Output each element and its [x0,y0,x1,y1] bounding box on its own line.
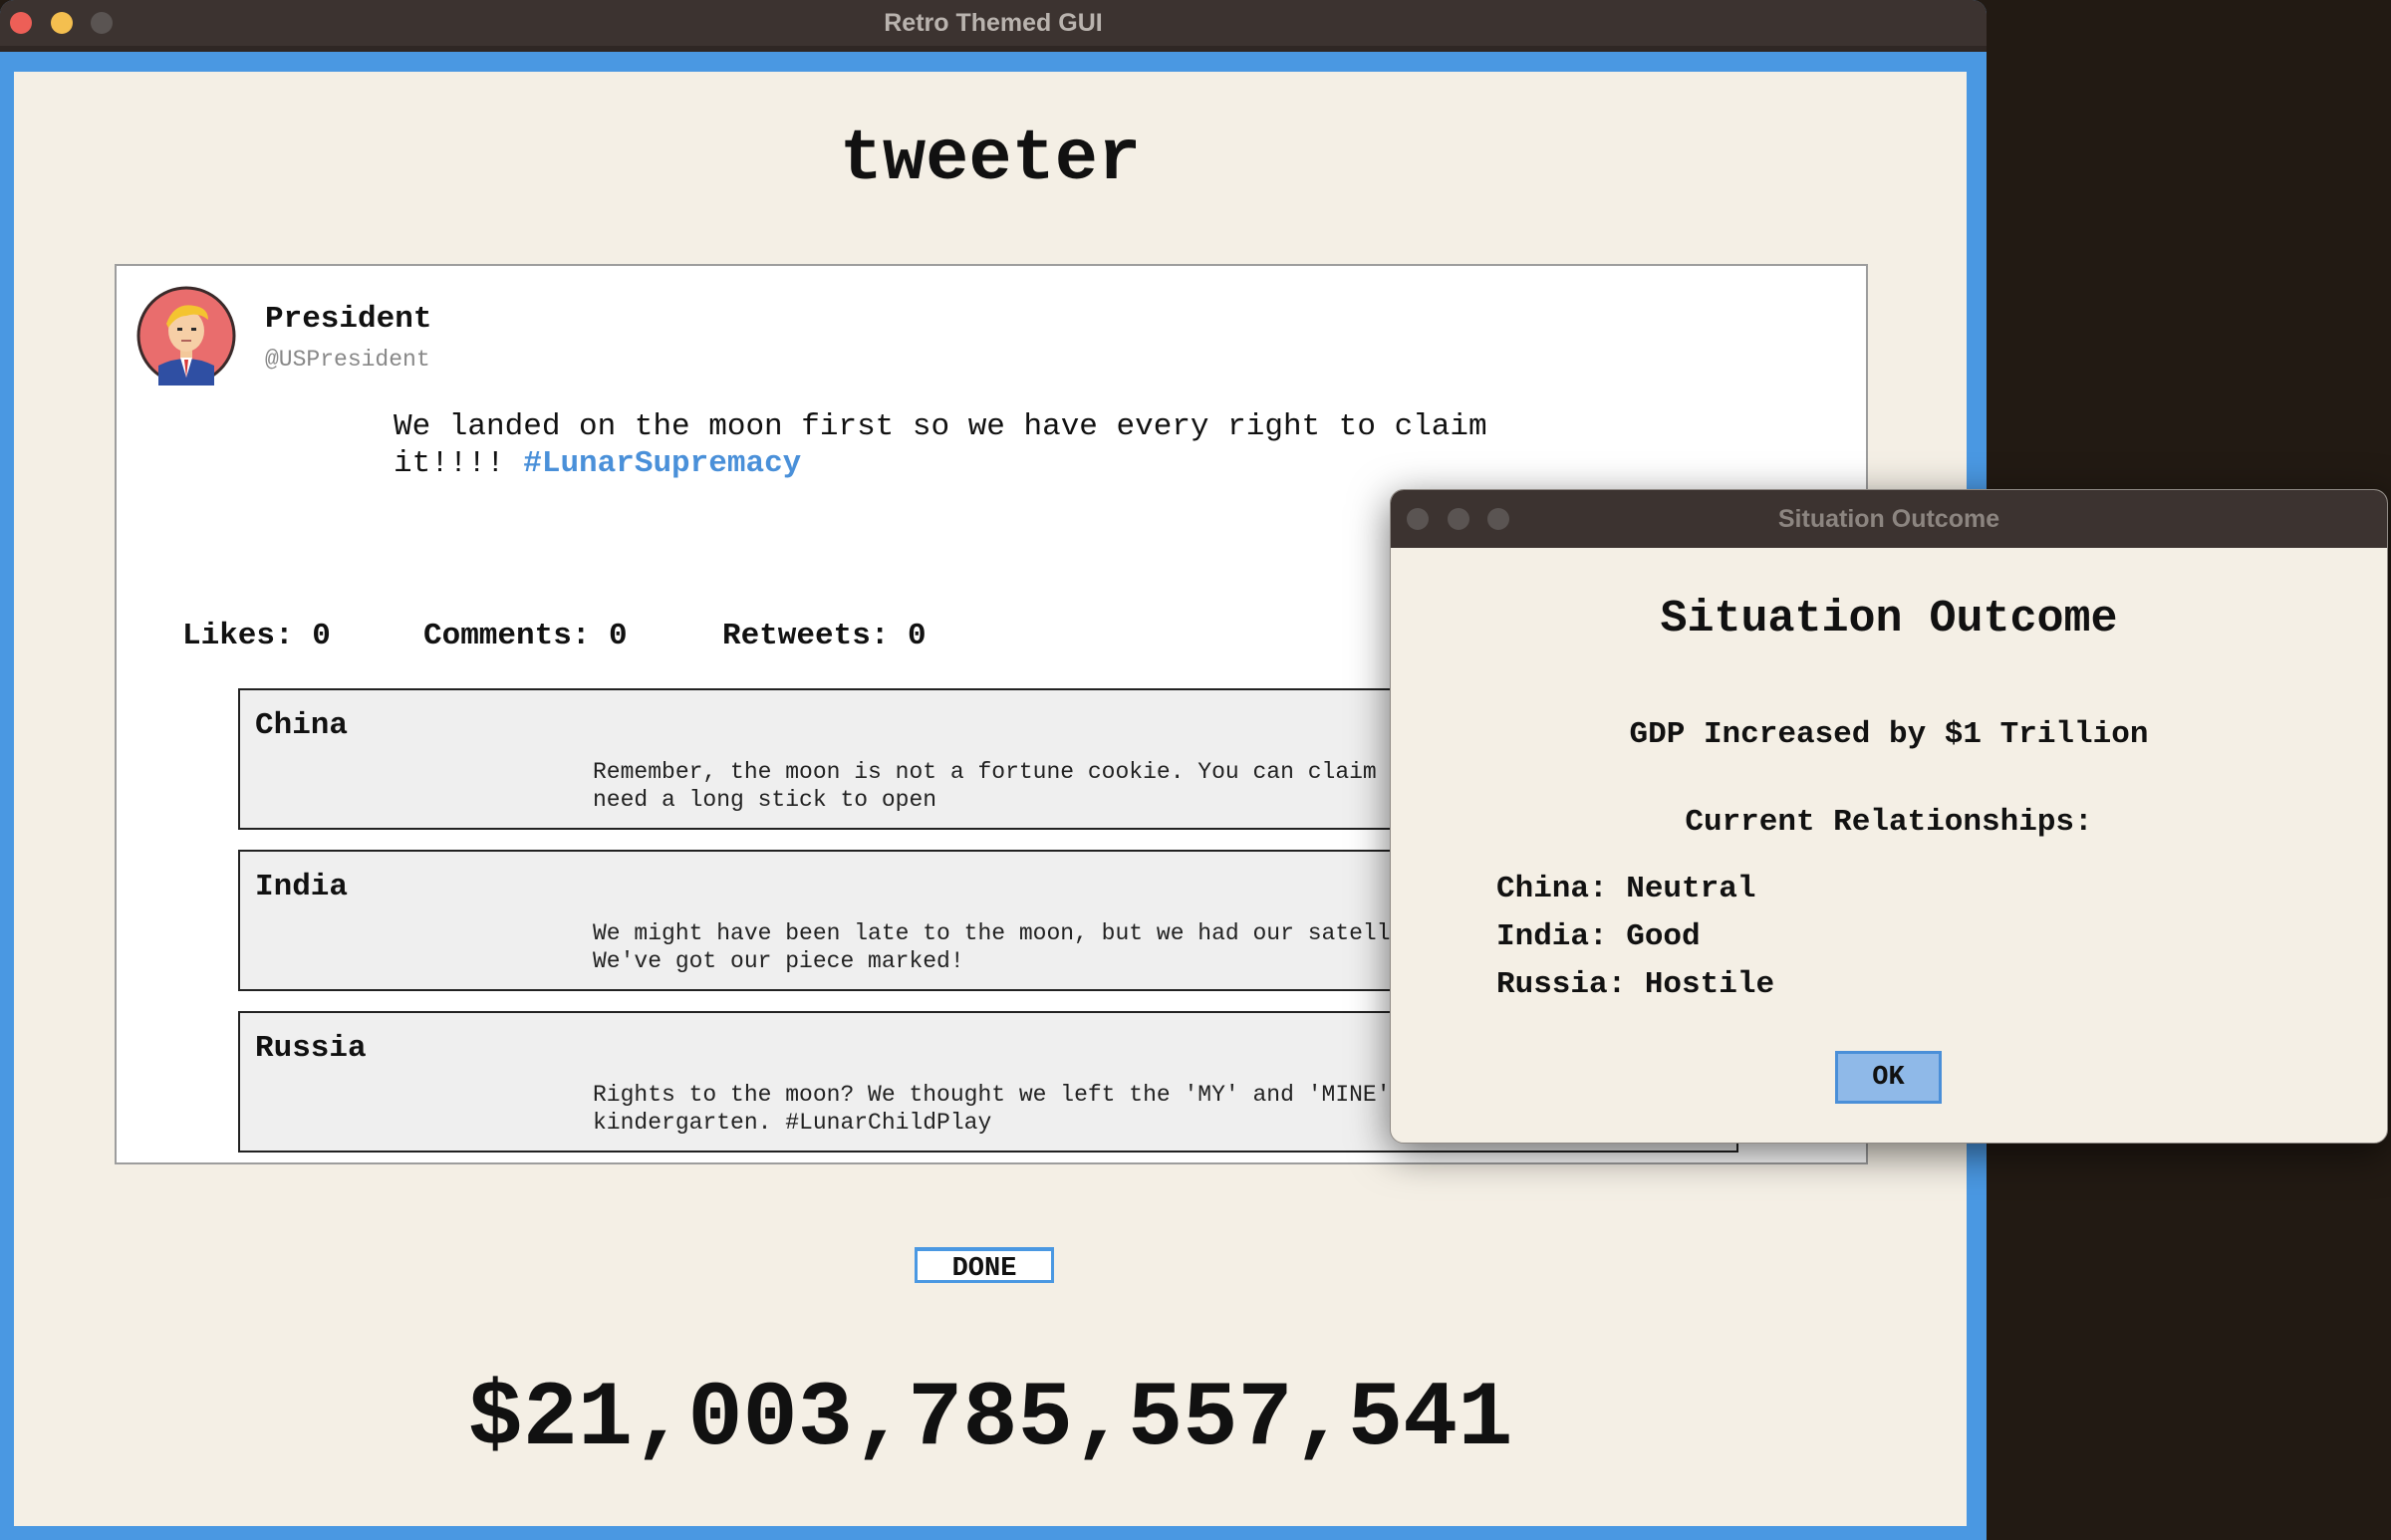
gdp-change-message: GDP Increased by $1 Trillion [1629,717,2149,752]
done-button[interactable]: DONE [915,1247,1054,1284]
tweet-hashtag[interactable]: #LunarSupremacy [523,446,801,481]
tweet-text: We landed on the moon first so we have e… [394,408,1589,482]
president-avatar [136,286,236,385]
likes-count: Likes: 0 [182,619,331,653]
dialog-window-title: Situation Outcome [1777,505,2000,533]
gdp-value: $21,003,785,557,541 [467,1367,1513,1471]
relationship-india: India: Good [1496,919,1701,954]
relationships-heading: Current Relationships: [1685,805,2093,840]
ok-button[interactable]: OK [1835,1051,1942,1104]
dialog-titlebar[interactable]: Situation Outcome [1391,490,2387,548]
relationship-russia: Russia: Hostile [1496,967,1775,1002]
main-window-title: Retro Themed GUI [884,9,1103,37]
tweet-author-name: President [265,302,432,337]
app-title: tweeter [839,119,1142,200]
relationship-china: China: Neutral [1496,872,1756,906]
comments-count: Comments: 0 [423,619,628,653]
situation-outcome-dialog: Situation Outcome Situation Outcome GDP … [1390,489,2388,1144]
retweets-count: Retweets: 0 [722,619,927,653]
reply-author: Russia [255,1031,367,1066]
reply-author: India [255,870,349,904]
reply-author: China [255,708,349,743]
main-titlebar[interactable]: Retro Themed GUI [0,0,1987,52]
tweet-author-handle: @USPresident [265,347,430,373]
dialog-heading: Situation Outcome [1660,594,2118,644]
